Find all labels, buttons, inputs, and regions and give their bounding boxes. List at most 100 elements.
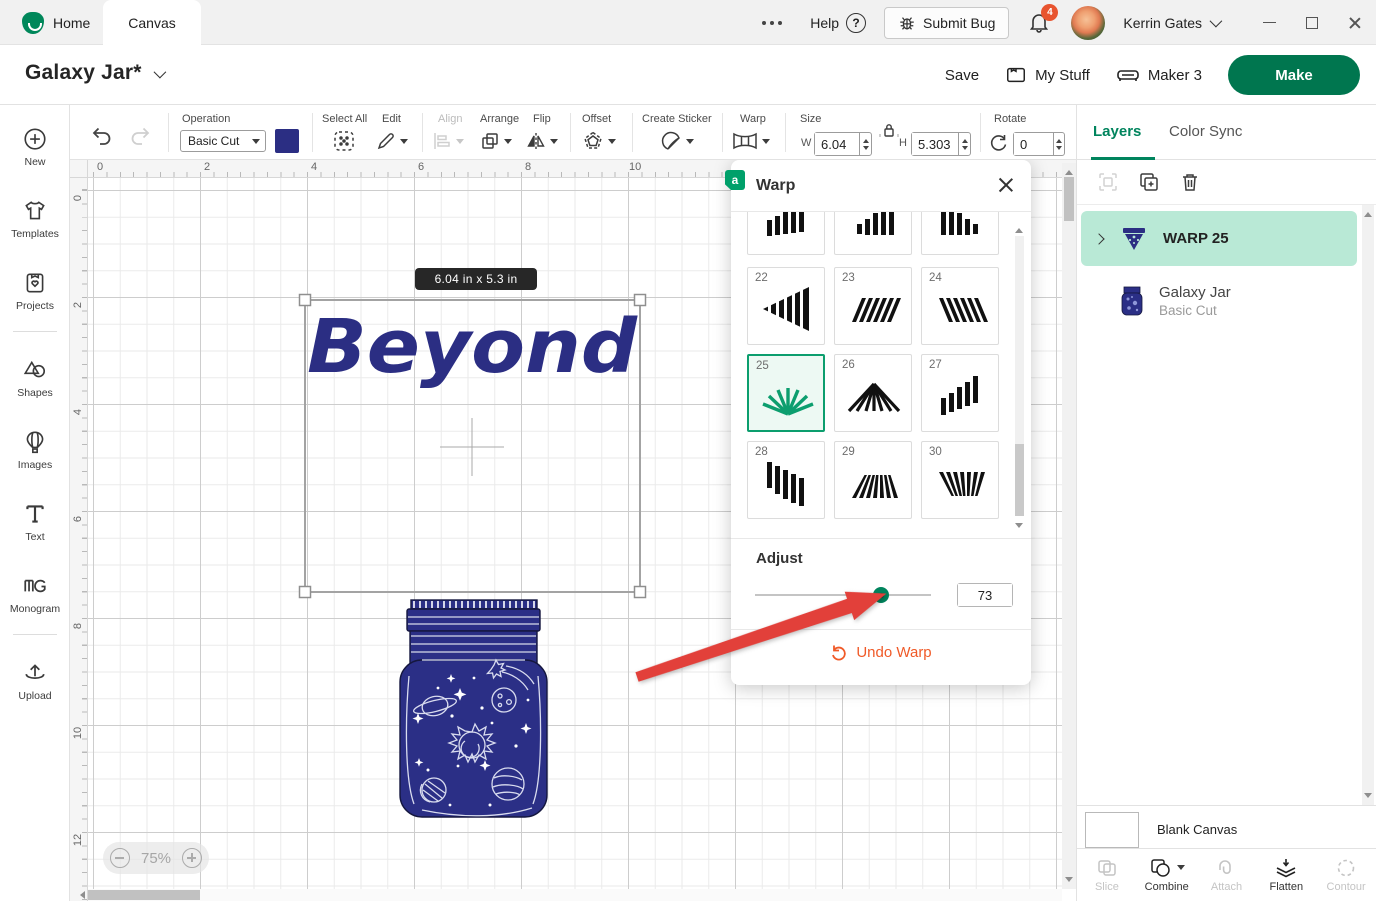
help-button[interactable]: Help ? xyxy=(810,13,866,33)
warp-style-tile-22[interactable]: 22 xyxy=(747,267,825,345)
warp-style-tile[interactable] xyxy=(834,212,912,255)
warp-style-tile-26[interactable]: 26 xyxy=(834,354,912,432)
scroll-left-icon[interactable] xyxy=(76,891,85,899)
sidebar-item-upload[interactable]: Upload xyxy=(0,649,70,713)
warp-style-tile-30[interactable]: 30 xyxy=(921,441,999,519)
align-button[interactable] xyxy=(432,131,464,151)
undo-button[interactable] xyxy=(90,125,114,147)
edit-button[interactable] xyxy=(376,131,408,151)
sidebar-item-templates[interactable]: Templates xyxy=(0,187,70,251)
select-all-button[interactable] xyxy=(332,129,356,153)
canvas-vertical-scrollbar[interactable] xyxy=(1062,163,1076,889)
caret-down-icon xyxy=(762,139,770,148)
maximize-button[interactable] xyxy=(1306,17,1318,29)
canvas-color-swatch[interactable] xyxy=(1085,812,1139,848)
duplicate-icon[interactable] xyxy=(1138,171,1160,193)
sidebar-item-shapes[interactable]: Shapes xyxy=(0,346,70,410)
layers-scrollbar[interactable] xyxy=(1362,205,1374,805)
tab-color-sync[interactable]: Color Sync xyxy=(1169,123,1242,140)
minimize-button[interactable] xyxy=(1263,22,1276,23)
zoom-out-button[interactable] xyxy=(110,848,130,868)
layer-row-galaxy-jar[interactable]: Galaxy Jar Basic Cut xyxy=(1081,275,1357,327)
adjust-slider[interactable] xyxy=(755,594,931,596)
sidebar-item-text[interactable]: Text xyxy=(0,490,70,554)
slice-button[interactable]: Slice xyxy=(1077,849,1137,901)
bug-icon xyxy=(898,14,916,32)
sidebar-item-monogram[interactable]: Monogram xyxy=(0,562,70,626)
undo-warp-button[interactable]: Undo Warp xyxy=(731,643,1031,661)
save-button[interactable]: Save xyxy=(945,67,979,84)
zoom-in-button[interactable] xyxy=(182,848,202,868)
tab-layers[interactable]: Layers xyxy=(1093,123,1141,140)
upload-icon xyxy=(22,660,48,686)
submit-bug-button[interactable]: Submit Bug xyxy=(884,7,1009,39)
expand-chevron-icon[interactable] xyxy=(1093,233,1104,244)
machine-label: Maker 3 xyxy=(1148,67,1202,84)
attach-button[interactable]: Attach xyxy=(1197,849,1257,901)
create-sticker-button[interactable] xyxy=(660,130,694,152)
warp-style-tile-27[interactable]: 27 xyxy=(921,354,999,432)
flatten-button[interactable]: Flatten xyxy=(1256,849,1316,901)
rotate-input[interactable] xyxy=(1014,133,1053,155)
arrange-button[interactable] xyxy=(480,131,512,151)
width-stepper[interactable] xyxy=(859,133,871,155)
warp-button[interactable] xyxy=(732,132,770,150)
sidebar-item-projects[interactable]: Projects xyxy=(0,259,70,323)
avatar[interactable] xyxy=(1071,6,1105,40)
chevron-down-icon xyxy=(1210,15,1223,28)
delete-icon[interactable] xyxy=(1179,171,1201,193)
warp-style-tile-29[interactable]: 29 xyxy=(834,441,912,519)
tab-canvas[interactable]: Canvas xyxy=(103,0,201,45)
tab-home[interactable]: Home xyxy=(0,0,103,45)
offset-button[interactable] xyxy=(582,130,616,152)
height-input[interactable] xyxy=(912,133,958,155)
warp-grid-scrollbar[interactable] xyxy=(1015,226,1024,526)
rotate-button[interactable] xyxy=(988,133,1008,153)
make-button[interactable]: Make xyxy=(1228,55,1360,95)
overflow-menu-icon[interactable] xyxy=(762,21,782,25)
warp-style-tile-28[interactable]: 28 xyxy=(747,441,825,519)
sidebar-item-new[interactable]: New xyxy=(0,115,70,179)
width-field[interactable] xyxy=(814,132,872,156)
my-stuff-button[interactable]: My Stuff xyxy=(1005,64,1090,86)
close-button[interactable] xyxy=(1348,16,1362,30)
redo-button[interactable] xyxy=(128,125,152,147)
undo-warp-label: Undo Warp xyxy=(856,644,931,661)
scroll-up-icon[interactable] xyxy=(1065,166,1073,175)
notifications-button[interactable]: 4 xyxy=(1027,10,1053,36)
rotate-field[interactable] xyxy=(1013,132,1065,156)
warp-style-tile-24[interactable]: 24 xyxy=(921,267,999,345)
operation-select[interactable]: Basic Cut xyxy=(180,130,266,152)
flip-button[interactable] xyxy=(526,131,558,151)
adjust-slider-knob[interactable] xyxy=(873,587,889,603)
canvas-horizontal-scrollbar[interactable] xyxy=(88,889,1062,901)
color-swatch[interactable] xyxy=(275,129,299,153)
scroll-down-icon[interactable] xyxy=(1065,877,1073,886)
warp-style-tile[interactable] xyxy=(921,212,999,255)
design-canvas[interactable]: 0 2 4 6 8 10 0 2 4 6 8 10 12 Beyond xyxy=(70,160,1076,901)
contour-button[interactable]: Contour xyxy=(1316,849,1376,901)
contour-icon xyxy=(1335,858,1357,878)
lock-icon[interactable] xyxy=(878,122,900,138)
sidebar-item-images[interactable]: Images xyxy=(0,418,70,482)
multi-select-icon[interactable] xyxy=(1097,171,1119,193)
close-icon[interactable] xyxy=(997,176,1015,194)
size-tooltip: 6.04 in x 5.3 in xyxy=(415,268,537,290)
left-sidebar: New Templates Projects Shapes Images Tex… xyxy=(0,105,70,901)
rotate-stepper[interactable] xyxy=(1053,133,1064,155)
height-field[interactable] xyxy=(911,132,971,156)
warp-style-tile-23[interactable]: 23 xyxy=(834,267,912,345)
adjust-value-field[interactable] xyxy=(957,583,1013,607)
adjust-value-input[interactable] xyxy=(958,584,1012,606)
project-title-menu[interactable]: Galaxy Jar* xyxy=(25,61,163,85)
user-menu[interactable]: Kerrin Gates xyxy=(1123,15,1219,31)
warp-style-tile-25-selected[interactable]: 25 xyxy=(747,354,825,432)
width-input[interactable] xyxy=(815,133,859,155)
design-word[interactable]: Beyond xyxy=(307,304,638,390)
warp-style-tile[interactable] xyxy=(747,212,825,255)
machine-select[interactable]: Maker 3 xyxy=(1116,63,1202,87)
layer-thumbnail xyxy=(1119,224,1149,254)
combine-button[interactable]: Combine xyxy=(1137,849,1197,901)
layer-row-warp25[interactable]: WARP 25 xyxy=(1081,211,1357,266)
height-stepper[interactable] xyxy=(958,133,970,155)
